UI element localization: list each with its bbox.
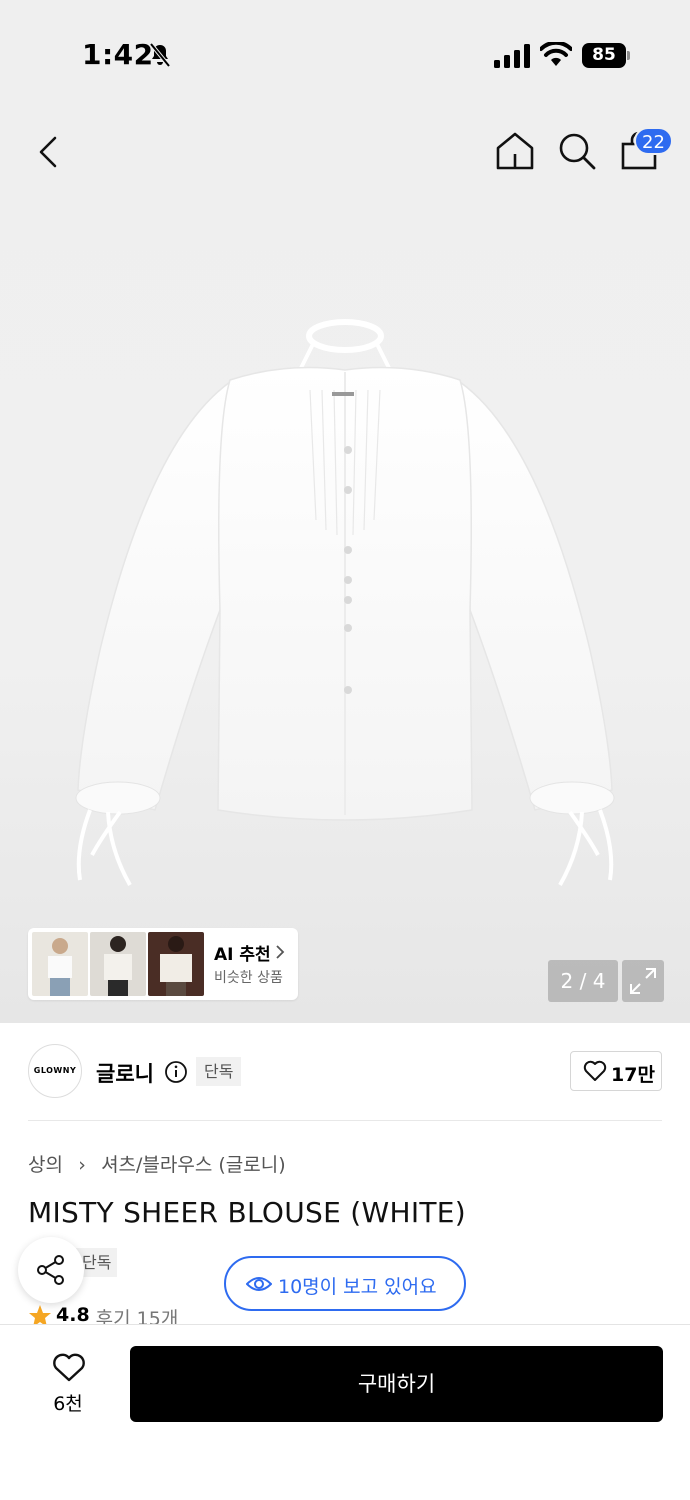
back-icon[interactable] bbox=[30, 132, 70, 172]
status-time: 1:42 bbox=[82, 38, 154, 71]
brand-like-button[interactable]: 17만 bbox=[570, 1051, 662, 1091]
home-icon[interactable] bbox=[494, 130, 536, 172]
bottom-action-bar: 6천 구매하기 bbox=[0, 1324, 690, 1500]
buy-button[interactable]: 구매하기 bbox=[130, 1346, 663, 1422]
signal-icon bbox=[494, 44, 530, 68]
wishlist-count: 6천 bbox=[53, 1393, 83, 1415]
chevron-right-icon bbox=[276, 945, 285, 959]
ai-recommendation-card[interactable]: AI 추천 비슷한 상품 bbox=[28, 928, 298, 1000]
rating-value: 4.8 bbox=[56, 1304, 90, 1326]
divider bbox=[28, 1120, 662, 1121]
info-icon[interactable] bbox=[164, 1060, 188, 1084]
cart-count-badge: 22 bbox=[634, 127, 673, 155]
image-page-counter: 2 / 4 bbox=[548, 960, 618, 1002]
product-gallery[interactable]: 22 AI 추천 비슷한 상품 2 / 4 bbox=[0, 110, 690, 1023]
expand-icon[interactable] bbox=[622, 960, 664, 1002]
heart-icon bbox=[53, 1353, 85, 1382]
status-bar: 1:42 85 bbox=[0, 0, 690, 110]
chevron-right-icon: › bbox=[78, 1154, 86, 1176]
share-button[interactable] bbox=[18, 1237, 84, 1303]
exclusive-badge: 단독 bbox=[196, 1057, 242, 1086]
search-icon[interactable] bbox=[556, 130, 598, 172]
brand-like-count: 17만 bbox=[611, 1064, 655, 1086]
heart-icon bbox=[583, 1060, 607, 1081]
battery-level: 85 bbox=[582, 43, 626, 68]
viewers-indicator: 10명이 보고 있어요 bbox=[224, 1256, 466, 1311]
brand-name[interactable]: 글로니 bbox=[96, 1058, 154, 1088]
wifi-icon bbox=[540, 42, 572, 66]
eye-icon bbox=[246, 1277, 272, 1291]
recommendation-thumbnail[interactable] bbox=[148, 932, 204, 996]
product-title: MISTY SHEER BLOUSE (WHITE) bbox=[28, 1196, 467, 1229]
brand-logo[interactable]: GLOWNY bbox=[28, 1044, 82, 1098]
ai-recommend-title: AI 추천 bbox=[214, 945, 271, 965]
wishlist-button[interactable]: 6천 bbox=[30, 1349, 106, 1419]
bell-slash-icon bbox=[149, 42, 171, 68]
breadcrumb-subcategory[interactable]: 셔츠/블라우스 (글로니) bbox=[101, 1154, 286, 1176]
recommendation-thumbnail[interactable] bbox=[32, 932, 88, 996]
share-icon bbox=[37, 1255, 64, 1285]
ai-recommend-subtitle: 비슷한 상품 bbox=[214, 970, 283, 986]
breadcrumb: 상의 › 셔츠/블라우스 (글로니) bbox=[28, 1150, 286, 1177]
battery-indicator: 85 bbox=[582, 43, 630, 68]
breadcrumb-category[interactable]: 상의 bbox=[28, 1154, 63, 1176]
product-image bbox=[75, 319, 615, 886]
viewers-text: 10명이 보고 있어요 bbox=[278, 1276, 437, 1298]
recommendation-thumbnail[interactable] bbox=[90, 932, 146, 996]
